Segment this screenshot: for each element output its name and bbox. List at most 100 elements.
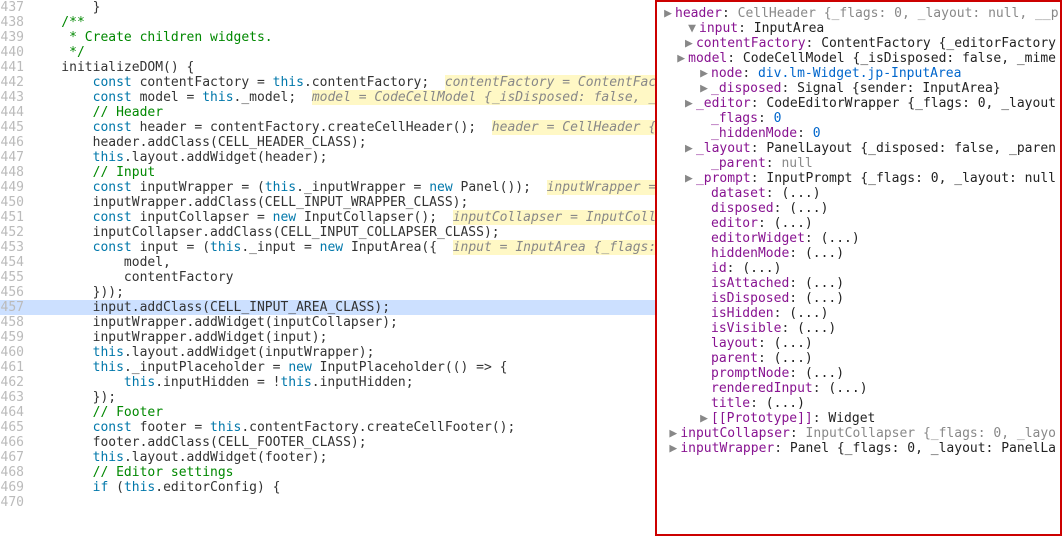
line-code: model, [30, 255, 655, 270]
property-name: isDisposed [711, 291, 789, 306]
property-value: CellHeader {_flags: 0, _layout: null, __… [738, 6, 1059, 21]
debug-row[interactable]: isDisposed: (...) [657, 291, 1060, 306]
debug-row[interactable]: ▶inputCollapser: InputCollapser {_flags:… [657, 426, 1060, 441]
code-line[interactable]: 448 // Input [0, 165, 655, 180]
code-line[interactable]: 437 } [0, 0, 655, 15]
code-line[interactable]: 456 })); [0, 285, 655, 300]
code-line[interactable]: 452 inputCollapser.addClass(CELL_INPUT_C… [0, 225, 655, 240]
property-name: input [699, 21, 738, 36]
debug-row[interactable]: disposed: (...) [657, 201, 1060, 216]
debug-row[interactable]: editor: (...) [657, 216, 1060, 231]
line-code: contentFactory [30, 270, 655, 285]
code-line[interactable]: 467 this.layout.addWidget(footer); [0, 450, 655, 465]
line-code: */ [30, 45, 655, 60]
debug-row[interactable]: ▶model: CodeCellModel {_isDisposed: fals… [657, 51, 1060, 66]
code-line[interactable]: 455 contentFactory [0, 270, 655, 285]
debug-row[interactable]: ▶node: div.lm-Widget.jp-InputArea [657, 66, 1060, 81]
property-value: (...) [821, 231, 860, 246]
disclosure-triangle-icon[interactable]: ▶ [682, 96, 696, 111]
code-line[interactable]: 457 input.addClass(CELL_INPUT_AREA_CLASS… [0, 300, 655, 315]
line-code: // Header [30, 105, 655, 120]
debug-row[interactable]: ▶contentFactory: ContentFactory {_editor… [657, 36, 1060, 51]
code-line[interactable]: 443 const model = this._model; model = C… [0, 90, 655, 105]
code-line[interactable]: 442 const contentFactory = this.contentF… [0, 75, 655, 90]
debug-row[interactable]: ▶_disposed: Signal {sender: InputArea} [657, 81, 1060, 96]
debug-row[interactable]: ▶_editor: CodeEditorWrapper {_flags: 0, … [657, 96, 1060, 111]
code-line[interactable]: 449 const inputWrapper = (this._inputWra… [0, 180, 655, 195]
disclosure-triangle-icon[interactable]: ▶ [697, 81, 711, 96]
code-line[interactable]: 447 this.layout.addWidget(header); [0, 150, 655, 165]
property-name: disposed [711, 201, 774, 216]
code-line[interactable]: 469 if (this.editorConfig) { [0, 480, 655, 495]
property-value: (...) [742, 261, 781, 276]
debug-row[interactable]: promptNode: (...) [657, 366, 1060, 381]
debug-row[interactable]: editorWidget: (...) [657, 231, 1060, 246]
code-line[interactable]: 441 initializeDOM() { [0, 60, 655, 75]
code-line[interactable]: 440 */ [0, 45, 655, 60]
property-name: isHidden [711, 306, 774, 321]
disclosure-triangle-icon[interactable]: ▶ [666, 426, 680, 441]
code-line[interactable]: 450 inputWrapper.addClass(CELL_INPUT_WRA… [0, 195, 655, 210]
debug-row[interactable]: ▶[[Prototype]]: Widget [657, 411, 1060, 426]
code-line[interactable]: 462 this.inputHidden = !this.inputHidden… [0, 375, 655, 390]
disclosure-triangle-icon[interactable]: ▶ [682, 171, 696, 186]
property-name: _disposed [711, 81, 781, 96]
property-value: (...) [828, 381, 867, 396]
code-line[interactable]: 464 // Footer [0, 405, 655, 420]
debug-row[interactable]: _parent: null [657, 156, 1060, 171]
code-line[interactable]: 451 const inputCollapser = new InputColl… [0, 210, 655, 225]
code-line[interactable]: 466 footer.addClass(CELL_FOOTER_CLASS); [0, 435, 655, 450]
disclosure-triangle-icon[interactable]: ▶ [666, 441, 680, 456]
debug-row[interactable]: ▶inputWrapper: Panel {_flags: 0, _layout… [657, 441, 1060, 456]
debug-row[interactable]: title: (...) [657, 396, 1060, 411]
code-line[interactable]: 444 // Header [0, 105, 655, 120]
property-name: _layout [696, 141, 751, 156]
line-number: 445 [0, 120, 30, 135]
disclosure-triangle-icon[interactable]: ▶ [674, 51, 688, 66]
property-name: model [688, 51, 727, 66]
disclosure-triangle-icon[interactable]: ▶ [697, 66, 711, 81]
code-pane[interactable]: 437 }438 /**439 * Create children widget… [0, 0, 655, 536]
debug-row[interactable]: renderedInput: (...) [657, 381, 1060, 396]
debug-row[interactable]: isAttached: (...) [657, 276, 1060, 291]
code-line[interactable]: 459 inputWrapper.addWidget(input); [0, 330, 655, 345]
code-line[interactable]: 445 const header = contentFactory.create… [0, 120, 655, 135]
code-line[interactable]: 446 header.addClass(CELL_HEADER_CLASS); [0, 135, 655, 150]
code-line[interactable]: 465 const footer = this.contentFactory.c… [0, 420, 655, 435]
code-line[interactable]: 454 model, [0, 255, 655, 270]
debug-row[interactable]: ▶header: CellHeader {_flags: 0, _layout:… [657, 6, 1060, 21]
debug-row[interactable]: ▼input: InputArea [657, 21, 1060, 36]
code-line[interactable]: 460 this.layout.addWidget(inputWrapper); [0, 345, 655, 360]
code-line[interactable]: 468 // Editor settings [0, 465, 655, 480]
code-line[interactable]: 458 inputWrapper.addWidget(inputCollapse… [0, 315, 655, 330]
property-name: parent [711, 351, 758, 366]
code-line[interactable]: 439 * Create children widgets. [0, 30, 655, 45]
debug-row[interactable]: id: (...) [657, 261, 1060, 276]
debug-row[interactable]: isHidden: (...) [657, 306, 1060, 321]
line-code: const header = contentFactory.createCell… [30, 120, 655, 135]
disclosure-triangle-icon[interactable]: ▶ [661, 6, 675, 21]
disclosure-triangle-icon[interactable]: ▼ [685, 21, 699, 36]
debug-row[interactable]: _flags: 0 [657, 111, 1060, 126]
debug-row[interactable]: isVisible: (...) [657, 321, 1060, 336]
debug-row[interactable]: layout: (...) [657, 336, 1060, 351]
code-line[interactable]: 470 [0, 495, 655, 510]
disclosure-triangle-icon[interactable]: ▶ [682, 36, 696, 51]
property-name: _prompt [696, 171, 751, 186]
debug-row[interactable]: _hiddenMode: 0 [657, 126, 1060, 141]
debug-row[interactable]: parent: (...) [657, 351, 1060, 366]
line-code: // Input [30, 165, 655, 180]
debug-row[interactable]: hiddenMode: (...) [657, 246, 1060, 261]
debug-row[interactable]: ▶_layout: PanelLayout {_disposed: false,… [657, 141, 1060, 156]
debug-row[interactable]: dataset: (...) [657, 186, 1060, 201]
disclosure-triangle-icon[interactable]: ▶ [697, 411, 711, 426]
property-value: Signal {sender: InputArea} [797, 81, 1001, 96]
code-line[interactable]: 438 /** [0, 15, 655, 30]
line-number: 451 [0, 210, 30, 225]
code-line[interactable]: 463 }); [0, 390, 655, 405]
code-line[interactable]: 461 this._inputPlaceholder = new InputPl… [0, 360, 655, 375]
debug-row[interactable]: ▶_prompt: InputPrompt {_flags: 0, _layou… [657, 171, 1060, 186]
debug-pane[interactable]: ▶header: CellHeader {_flags: 0, _layout:… [655, 0, 1062, 536]
disclosure-triangle-icon[interactable]: ▶ [682, 141, 696, 156]
code-line[interactable]: 453 const input = (this._input = new Inp… [0, 240, 655, 255]
